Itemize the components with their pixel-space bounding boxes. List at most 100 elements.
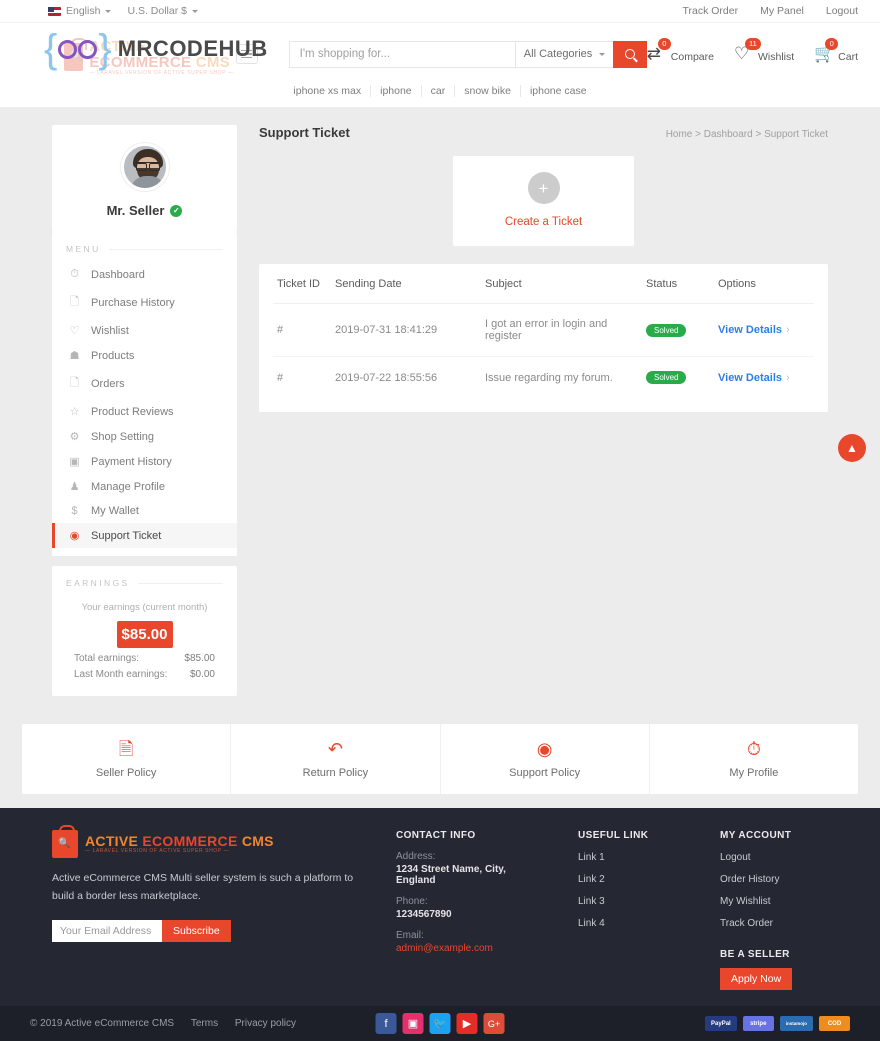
chevron-right-icon: › [786,324,790,336]
view-details-link[interactable]: View Details › [718,372,790,384]
footer-account-column: MY ACCOUNT Logout Order History My Wishl… [720,830,793,990]
account-link-order-history[interactable]: Order History [720,874,792,885]
instagram-icon[interactable]: ▣ [402,1013,424,1034]
search-bar: All Categories [288,40,647,68]
create-ticket-button[interactable]: + Create a Ticket [453,156,634,246]
sidebar-item-payment-history[interactable]: ▣ Payment History [52,449,237,474]
policy-label: My Profile [729,767,779,779]
sidebar-item-shop-setting[interactable]: ⚙ Shop Setting [52,424,237,449]
keyword-item[interactable]: iphone case [521,85,596,97]
useful-link-item[interactable]: Link 1 [578,852,686,863]
policy-support[interactable]: ◉ Support Policy [441,724,650,794]
tickets-table: Ticket ID Sending Date Subject Status Op… [273,264,814,398]
subscribe-button[interactable]: Subscribe [162,919,231,942]
policy-return[interactable]: ↶ Return Policy [231,724,441,794]
sidebar-item-label: Manage Profile [91,480,165,493]
sidebar-item-dashboard[interactable]: ⏱ Dashboard [52,262,237,287]
table-row: # 2019-07-31 18:41:29 I got an error in … [273,303,814,357]
chevron-down-icon [598,52,605,56]
my-account-title: MY ACCOUNT [720,830,792,841]
account-link-logout[interactable]: Logout [720,852,792,863]
logo-area[interactable]: ACTIVE ECOMMERCE CMS — LARAVEL VERSION O… [44,27,267,77]
keyword-item[interactable]: iphone xs max [284,85,372,97]
cell-options: View Details › [714,303,814,357]
search-input[interactable] [288,40,515,68]
logo-tagline: — LARAVEL VERSION OF ACTIVE SUPER SHOP — [89,69,234,76]
sidebar-item-orders[interactable]: 🗋 Orders [52,368,237,399]
useful-link-item[interactable]: Link 4 [578,918,686,929]
terms-link[interactable]: Terms [191,1018,218,1029]
useful-link-item[interactable]: Link 2 [578,874,686,885]
instamojo-badge: instamojo [779,1016,813,1031]
useful-link-item[interactable]: Link 3 [578,896,686,907]
shopping-bag-icon [52,825,78,858]
brace-close-icon: } [98,27,112,71]
search-button[interactable] [612,40,647,68]
footer-logo: ACTIVE ECOMMERCE CMS — LARAVEL VERSION O… [52,825,362,858]
earnings-subtitle: Your earnings (current month) [81,602,208,613]
card-icon: ▣ [69,456,80,468]
last-month-label: Last Month earnings: [74,669,168,680]
footer-logo-text: ACTIVE ECOMMERCE CMS — LARAVEL VERSION O… [85,834,274,854]
email-label: Email: [396,930,424,941]
earnings-section-header: EARNINGS [52,566,237,596]
subscribe-form: Subscribe [52,919,362,942]
account-link-track-order[interactable]: Track Order [720,918,792,929]
category-select[interactable]: All Categories [514,40,613,68]
sidebar-item-product-reviews[interactable]: ☆ Product Reviews [52,399,237,424]
view-details-link[interactable]: View Details › [718,324,790,336]
compare-button[interactable]: ⇄ 0 Compare [647,38,714,63]
useful-link-title: USEFUL LINK [578,830,649,841]
keyword-item[interactable]: car [421,85,456,97]
wishlist-count: 11 [744,38,761,50]
column-options: Options [714,264,814,304]
verified-badge-icon: ✓ [170,204,183,217]
googleplus-icon[interactable]: G+ [483,1013,505,1034]
logout-link[interactable]: Logout [826,5,858,17]
apply-now-button[interactable]: Apply Now [720,968,793,990]
chevron-down-icon [105,9,112,13]
sidebar-item-label: Products [91,349,135,362]
cart-label: Cart [838,51,858,63]
policy-seller[interactable]: 🗎 Seller Policy [22,724,232,794]
cash-on-delivery-badge: COD [819,1016,850,1031]
my-panel-link[interactable]: My Panel [760,5,804,17]
facebook-icon[interactable]: f [375,1013,397,1034]
email-value[interactable]: admin@example.com [396,943,544,954]
sidebar-item-label: Wishlist [91,324,129,337]
policy-strip: 🗎 Seller Policy ↶ Return Policy ◉ Suppor… [22,724,858,794]
lifebuoy-icon: ◉ [536,739,553,759]
sidebar-item-support-ticket[interactable]: ◉ Support Ticket [52,523,237,548]
logo-part2: ECOMMERCE [142,833,238,850]
youtube-icon[interactable]: ▶ [456,1013,478,1034]
tickets-table-card: Ticket ID Sending Date Subject Status Op… [259,264,828,412]
keyword-item[interactable]: iphone [371,85,422,97]
sidebar-item-label: Support Ticket [91,529,162,542]
sidebar: Mr. Seller ✓ MENU ⏱ Dashboard 🗋 Purchase… [52,125,237,696]
receipt-icon: 🗋 [70,296,79,308]
sidebar-item-purchase-history[interactable]: 🗋 Purchase History [52,287,237,318]
scroll-to-top-button[interactable]: ▲ [838,434,866,462]
phone-value: 1234567890 [396,909,452,920]
total-earnings-row: Total earnings: $85.00 [52,648,237,664]
menu-section-header: MENU [52,232,237,262]
account-link-my-wishlist[interactable]: My Wishlist [720,896,792,907]
sidebar-item-wishlist[interactable]: ♡ Wishlist [52,318,237,343]
cart-button[interactable]: 🛒 0 Cart [814,38,858,63]
stripe-badge: stripe [742,1016,774,1031]
email-field[interactable] [52,919,162,942]
star-icon: ☆ [69,406,80,418]
policy-my-profile[interactable]: ⏱ My Profile [650,724,858,794]
copyright-area: © 2019 Active eCommerce CMS Terms Privac… [30,1018,296,1029]
track-order-link[interactable]: Track Order [682,5,738,17]
currency-selector[interactable]: U.S. Dollar $ [127,5,198,17]
footer-contact-column: CONTACT INFO Address: 1234 Street Name, … [396,830,544,990]
sidebar-item-products[interactable]: ☗ Products [52,343,237,368]
privacy-policy-link[interactable]: Privacy policy [235,1018,296,1029]
sidebar-item-my-wallet[interactable]: $ My Wallet [52,499,237,523]
language-selector[interactable]: English [48,5,112,17]
keyword-item[interactable]: snow bike [455,85,521,97]
twitter-icon[interactable]: 🐦 [429,1013,451,1034]
sidebar-item-manage-profile[interactable]: ♟ Manage Profile [52,474,237,499]
wishlist-button[interactable]: ♡ 11 Wishlist [734,38,794,63]
